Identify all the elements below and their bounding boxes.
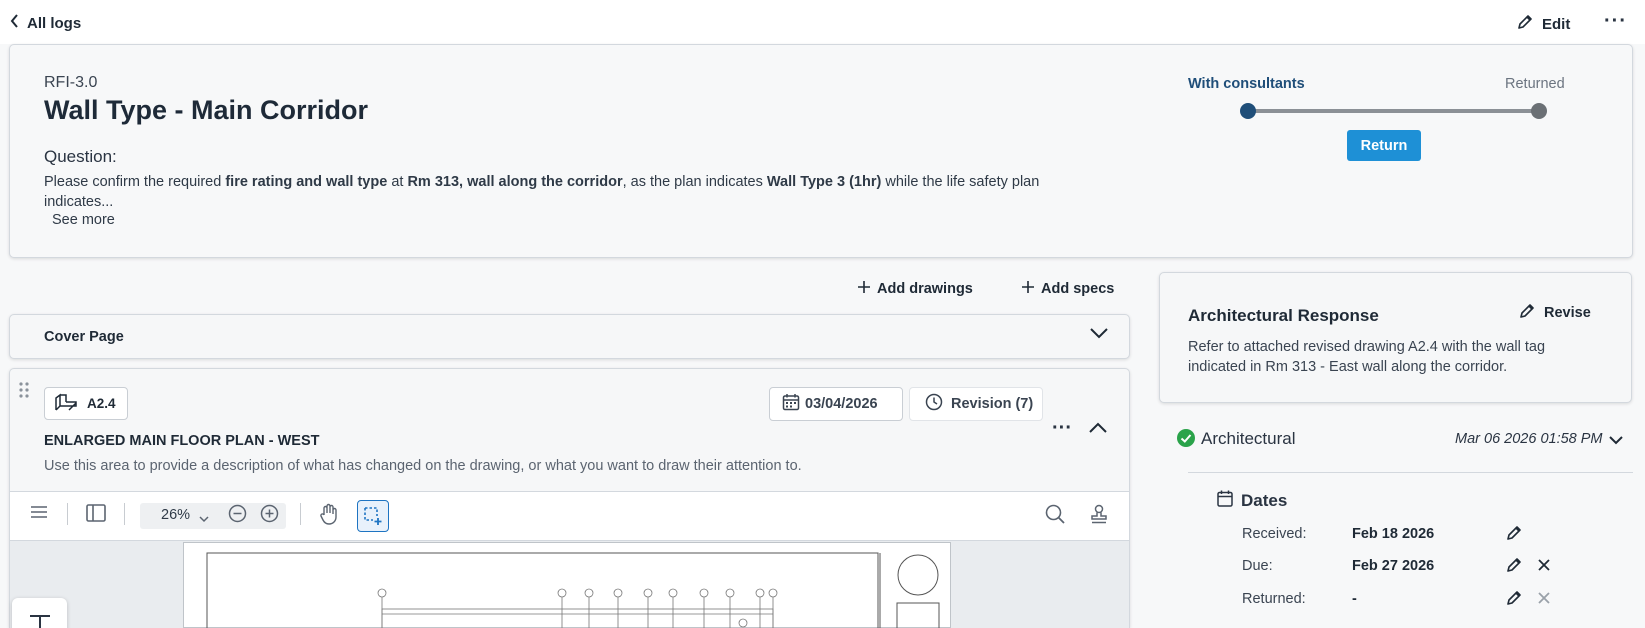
- chevron-left-icon: [10, 14, 19, 32]
- status-track: [1248, 109, 1538, 113]
- question-part: , as the plan indicates: [622, 174, 767, 190]
- top-bar: [0, 0, 1645, 44]
- due-value: Feb 27 2026: [1352, 558, 1435, 574]
- edit-due-pencil-icon[interactable]: [1505, 556, 1523, 579]
- received-label: Received:: [1242, 526, 1307, 542]
- returned-value: -: [1352, 591, 1357, 607]
- status-with-consultants: With consultants: [1188, 76, 1305, 92]
- revise-button[interactable]: Revise: [1518, 302, 1591, 324]
- zoom-dropdown-chevron-icon[interactable]: [199, 510, 209, 528]
- drawing-sheet-icon: [55, 393, 77, 414]
- response-text: Refer to attached revised drawing A2.4 w…: [1188, 339, 1546, 375]
- menu-icon[interactable]: [30, 504, 48, 525]
- edit-label: Edit: [1542, 15, 1571, 33]
- question-part-bold: Wall Type 3 (1hr): [766, 174, 882, 190]
- toolbar-divider: [124, 503, 125, 525]
- received-value: Feb 18 2026: [1352, 526, 1435, 542]
- floor-plan-thumbnail: [206, 552, 940, 628]
- stamp-icon[interactable]: [1090, 504, 1108, 529]
- chevron-up-icon[interactable]: [1089, 420, 1107, 438]
- add-drawings-label: Add drawings: [877, 281, 973, 297]
- zoom-value: 26%: [161, 507, 191, 523]
- back-to-all-logs-link[interactable]: All logs: [10, 14, 81, 32]
- toolbar-divider: [300, 503, 301, 525]
- question-part-bold: Rm 313, wall along the corridor: [407, 174, 623, 190]
- text-tool-button[interactable]: [12, 598, 67, 628]
- question-text: Please confirm the required fire rating …: [44, 172, 1084, 212]
- text-tool-icon: [30, 615, 50, 628]
- status-current-dot: [1240, 103, 1256, 119]
- question-part: at: [387, 174, 408, 190]
- clear-returned-close-icon[interactable]: [1537, 591, 1551, 610]
- section-divider: [1188, 472, 1633, 473]
- plus-icon: [858, 281, 870, 297]
- clear-due-close-icon[interactable]: [1537, 558, 1551, 577]
- edit-button[interactable]: Edit: [1516, 13, 1570, 35]
- sidebar-toggle-icon[interactable]: [86, 504, 106, 527]
- sheet-number: A2.4: [87, 396, 116, 411]
- drawing-sheet-preview: [183, 542, 951, 628]
- search-icon[interactable]: [1045, 504, 1065, 529]
- sheet-number-chip[interactable]: A2.4: [44, 387, 128, 420]
- discipline-timestamp: Mar 06 2026 01:58 PM: [1455, 431, 1603, 447]
- zoom-select[interactable]: 26%: [161, 507, 190, 523]
- rfi-title: Wall Type - Main Corridor: [44, 95, 369, 125]
- drag-handle-icon[interactable]: [19, 382, 29, 401]
- rfi-number: RFI-3.0: [44, 74, 98, 91]
- response-title: Architectural Response: [1188, 306, 1379, 325]
- edit-returned-pencil-icon[interactable]: [1505, 589, 1523, 612]
- back-label: All logs: [27, 14, 82, 32]
- status-next-dot: [1531, 103, 1547, 119]
- question-part: Please confirm the required: [44, 174, 226, 190]
- add-specs-button[interactable]: Add specs: [1022, 281, 1114, 297]
- cover-page-label: Cover Page: [44, 329, 124, 345]
- add-specs-label: Add specs: [1041, 281, 1115, 297]
- chevron-down-icon[interactable]: [1090, 326, 1108, 344]
- due-label: Due:: [1242, 558, 1273, 574]
- return-button[interactable]: Return: [1347, 130, 1421, 161]
- dates-heading: Dates: [1217, 490, 1287, 512]
- revision-label: Revision (7): [951, 396, 1034, 412]
- zoom-in-icon[interactable]: [260, 504, 279, 528]
- drawing-more-options-icon[interactable]: ···: [1052, 417, 1072, 440]
- pencil-icon: [1516, 13, 1534, 35]
- dates-heading-label: Dates: [1241, 491, 1288, 510]
- zoom-out-icon[interactable]: [228, 504, 247, 528]
- plus-icon: [1022, 281, 1034, 297]
- chevron-down-icon[interactable]: [1609, 432, 1623, 450]
- pencil-icon: [1518, 302, 1536, 324]
- calendar-icon: [782, 393, 800, 415]
- revise-label: Revise: [1544, 305, 1591, 321]
- drawing-date-chip[interactable]: 03/04/2026: [769, 387, 903, 421]
- status-returned: Returned: [1505, 76, 1565, 92]
- add-drawings-button[interactable]: Add drawings: [858, 281, 973, 297]
- question-part-bold: fire rating and wall type: [225, 174, 388, 190]
- clock-icon: [925, 393, 943, 415]
- revision-chip[interactable]: Revision (7): [909, 387, 1043, 421]
- returned-label: Returned:: [1242, 591, 1306, 607]
- pan-hand-icon[interactable]: [319, 503, 339, 530]
- drawing-description[interactable]: Use this area to provide a description o…: [44, 458, 802, 474]
- more-options-icon[interactable]: ···: [1604, 10, 1627, 33]
- area-select-icon[interactable]: [357, 500, 389, 532]
- drawing-title: ENLARGED MAIN FLOOR PLAN - WEST: [44, 433, 320, 449]
- toolbar-divider: [67, 503, 68, 525]
- drawing-date: 03/04/2026: [805, 396, 878, 412]
- see-more-link[interactable]: See more: [52, 212, 115, 228]
- calendar-icon: [1217, 490, 1233, 512]
- edit-received-pencil-icon[interactable]: [1505, 524, 1523, 547]
- discipline-label: Architectural: [1201, 429, 1296, 448]
- cover-page-section[interactable]: [9, 314, 1130, 359]
- check-circle-icon: [1177, 429, 1195, 447]
- question-label: Question:: [44, 147, 117, 166]
